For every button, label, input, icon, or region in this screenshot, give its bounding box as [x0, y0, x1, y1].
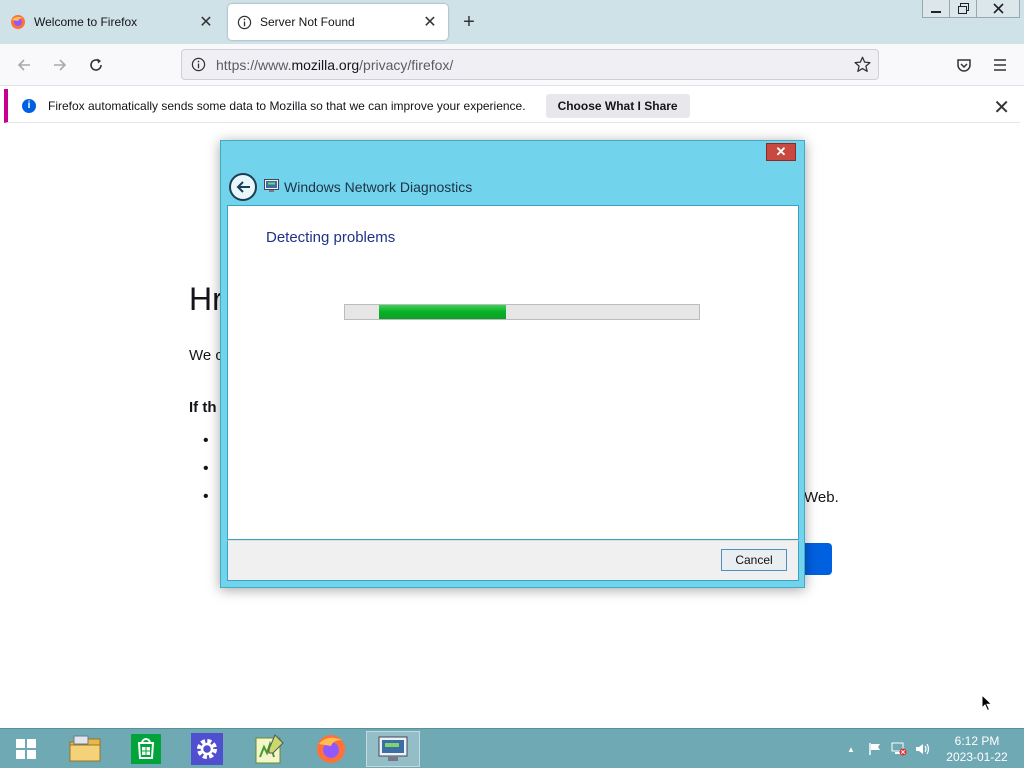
speaker-icon[interactable] [914, 740, 932, 758]
info-icon [236, 14, 252, 30]
close-icon[interactable]: ✕ [993, 95, 1010, 120]
taskbar-store[interactable] [119, 731, 173, 767]
bookmark-star-icon[interactable] [846, 56, 878, 73]
progress-bar-fill [379, 305, 506, 319]
site-info-icon[interactable] [182, 57, 214, 72]
firefox-icon [10, 14, 26, 30]
notification-text: Firefox automatically sends some data to… [48, 98, 526, 113]
data-collection-notification: i Firefox automatically sends some data … [4, 89, 1020, 123]
error-title: Hr [189, 281, 223, 317]
close-tab-icon[interactable]: ✕ [420, 12, 440, 32]
progress-bar [344, 304, 700, 320]
taskbar-network-diagnostics[interactable] [366, 731, 420, 767]
back-button[interactable] [10, 52, 38, 78]
reload-button[interactable] [82, 52, 110, 78]
network-diagnostics-dialog: ✕ Windows Network Diagnostics Detecting … [220, 140, 805, 588]
dialog-title: Windows Network Diagnostics [284, 179, 473, 195]
windows-taskbar: ▲ 6:12 PM 2023-01-22 [0, 728, 1024, 768]
url-path: /privacy/firefox/ [359, 56, 454, 73]
tab-server-not-found[interactable]: Server Not Found ✕ [228, 4, 448, 40]
info-icon: i [22, 98, 36, 113]
close-tab-icon[interactable]: ✕ [196, 12, 216, 32]
notepad-plus-icon [255, 734, 284, 764]
gear-icon [191, 733, 223, 765]
dialog-footer: Cancel [227, 540, 799, 581]
error-subheading: If th [189, 399, 217, 416]
store-icon [131, 734, 161, 764]
new-tab-button[interactable]: + [458, 12, 480, 34]
url-text[interactable]: https://www.mozilla.org/privacy/firefox/ [214, 57, 846, 73]
restore-button[interactable] [949, 0, 977, 18]
status-heading: Detecting problems [266, 229, 396, 246]
arrow-right-icon [54, 59, 67, 71]
cancel-button[interactable]: Cancel [721, 549, 787, 571]
tab-label: Server Not Found [260, 15, 355, 29]
hamburger-menu-icon [994, 59, 1006, 71]
dialog-content: Detecting problems [227, 205, 799, 540]
address-bar[interactable]: https://www.mozilla.org/privacy/firefox/ [181, 49, 879, 80]
taskbar-editor[interactable] [242, 731, 296, 767]
arrow-left-icon [17, 59, 30, 71]
action-center-flag-icon[interactable] [866, 740, 884, 758]
error-description: We c [189, 347, 223, 364]
network-error-icon[interactable] [890, 740, 908, 758]
tab-welcome-to-firefox[interactable]: Welcome to Firefox ✕ [2, 4, 224, 40]
clock-time: 6:12 PM [954, 734, 1000, 748]
system-tray: ▲ [842, 729, 932, 768]
taskbar-settings[interactable] [180, 731, 234, 767]
taskbar-clock[interactable]: 6:12 PM 2023-01-22 [940, 733, 1014, 765]
navigation-toolbar: https://www.mozilla.org/privacy/firefox/ [0, 44, 1024, 86]
list-bullet: • [203, 460, 209, 477]
start-button[interactable] [0, 731, 52, 767]
forward-button[interactable] [46, 52, 74, 78]
mouse-cursor-icon [981, 694, 993, 712]
network-diagnostics-icon [264, 179, 279, 192]
file-explorer-icon [69, 735, 101, 762]
chevron-up-icon[interactable]: ▲ [842, 740, 860, 758]
windows-logo-icon [16, 739, 36, 759]
firefox-icon [317, 735, 345, 763]
tab-label: Welcome to Firefox [34, 15, 138, 29]
dialog-close-button[interactable]: ✕ [766, 143, 796, 161]
clock-date: 2023-01-22 [946, 750, 1008, 764]
error-list-text-end: Web. [804, 489, 839, 506]
url-domain: mozilla.org [291, 56, 360, 73]
taskbar-file-explorer[interactable] [58, 731, 112, 767]
window-close-button[interactable] [976, 0, 1020, 18]
menu-button[interactable] [986, 52, 1014, 78]
url-prefix: https://www. [216, 56, 292, 73]
minimize-button[interactable] [922, 0, 950, 18]
list-bullet: • [203, 432, 209, 449]
pocket-icon [957, 59, 971, 72]
pocket-button[interactable] [950, 52, 978, 78]
list-bullet: • [203, 488, 209, 505]
back-arrow-icon[interactable] [229, 173, 257, 201]
taskbar-firefox[interactable] [304, 731, 358, 767]
browser-tab-strip: Welcome to Firefox ✕ Server Not Found ✕ … [0, 0, 1024, 44]
reload-icon [90, 58, 102, 71]
choose-what-i-share-button[interactable]: Choose What I Share [545, 93, 690, 118]
network-diagnostics-icon [378, 736, 408, 761]
